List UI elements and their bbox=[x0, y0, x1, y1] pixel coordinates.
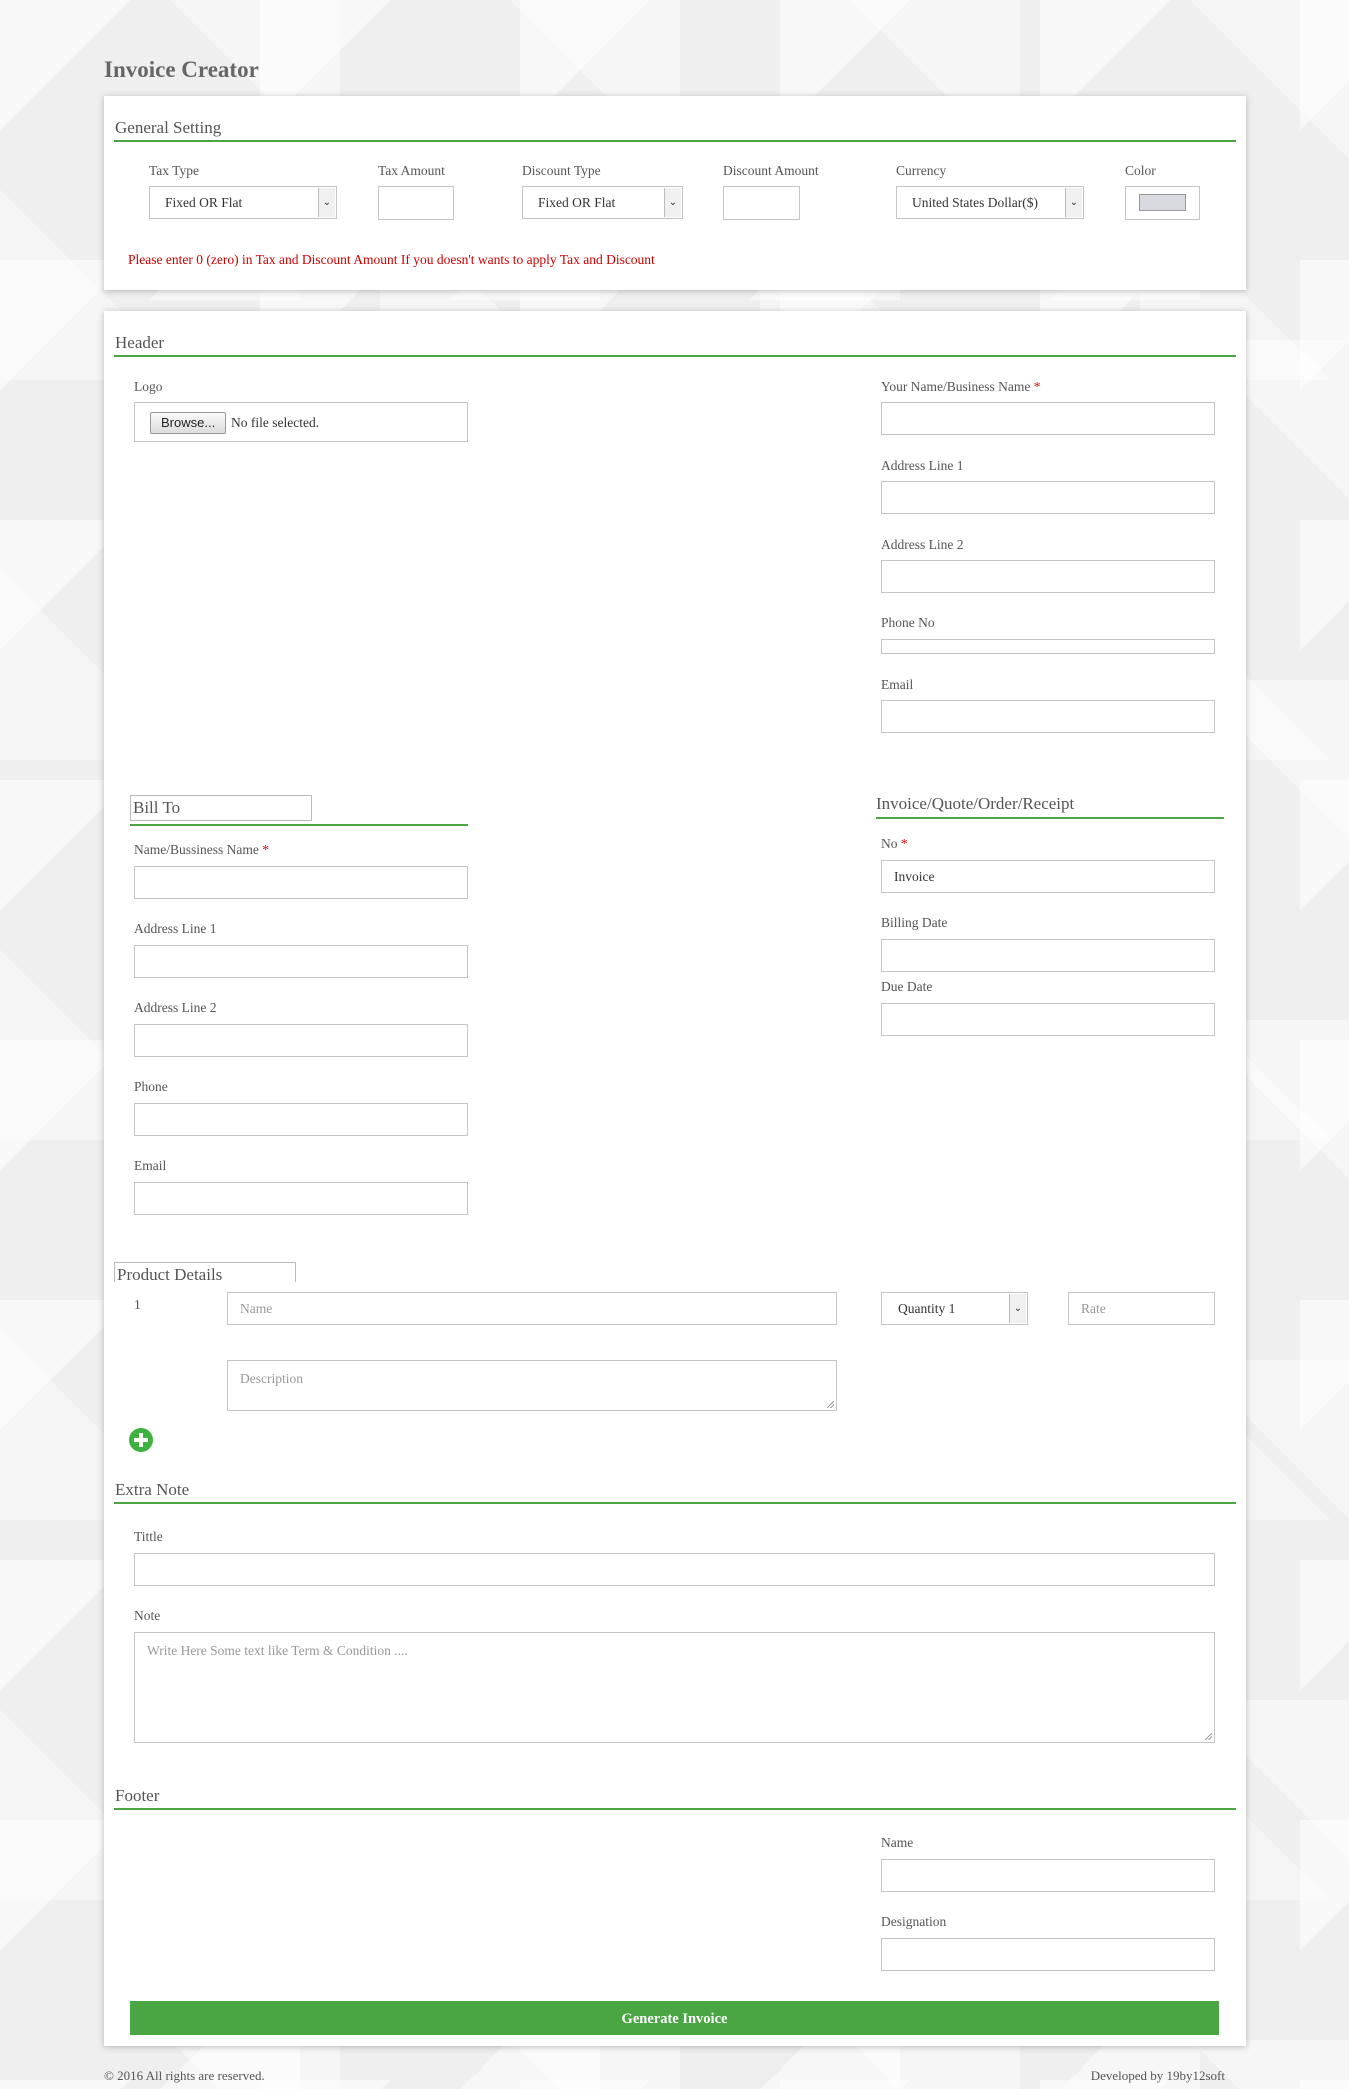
page-title: Invoice Creator bbox=[104, 57, 259, 82]
bill-address-2-label: Address Line 2 bbox=[134, 1000, 217, 1015]
invoice-form-panel: Header Logo Browse... No file selected. … bbox=[104, 311, 1246, 2046]
footer-heading: Footer bbox=[114, 1778, 1236, 1810]
bill-to-heading: Bill To bbox=[130, 795, 312, 821]
bill-address-1-input[interactable] bbox=[134, 945, 468, 978]
product-name-input[interactable] bbox=[227, 1292, 837, 1325]
resize-grip-icon[interactable] bbox=[827, 1401, 834, 1408]
address-line-1-label: Address Line 1 bbox=[881, 458, 964, 473]
due-date-input[interactable] bbox=[881, 1003, 1215, 1036]
bill-address-1-label: Address Line 1 bbox=[134, 921, 217, 936]
bill-email-input[interactable] bbox=[134, 1182, 468, 1215]
address-line-2-label: Address Line 2 bbox=[881, 537, 964, 552]
currency-label: Currency bbox=[896, 163, 947, 178]
tax-discount-warning: Please enter 0 (zero) in Tax and Discoun… bbox=[128, 252, 655, 267]
phone-no-label: Phone No bbox=[881, 615, 935, 630]
general-setting-panel: General Setting Tax Type Fixed OR Flat ⌄… bbox=[104, 96, 1246, 290]
bill-email-label: Email bbox=[134, 1158, 167, 1173]
business-name-label-text: Your Name/Business Name bbox=[881, 379, 1031, 394]
tax-type-select[interactable]: Fixed OR Flat ⌄ bbox=[149, 186, 337, 219]
business-name-input[interactable] bbox=[881, 402, 1215, 435]
color-label: Color bbox=[1125, 163, 1156, 178]
bill-address-2-input[interactable] bbox=[134, 1024, 468, 1057]
product-row-index: 1 bbox=[134, 1297, 141, 1312]
currency-select[interactable]: United States Dollar($) ⌄ bbox=[896, 186, 1084, 219]
note-textarea[interactable] bbox=[134, 1632, 1215, 1743]
footer-name-label: Name bbox=[881, 1835, 914, 1850]
bill-name-input[interactable] bbox=[134, 866, 468, 899]
bill-phone-input[interactable] bbox=[134, 1103, 468, 1136]
billing-date-label: Billing Date bbox=[881, 915, 948, 930]
tax-type-value: Fixed OR Flat bbox=[165, 195, 243, 210]
chevron-down-icon: ⌄ bbox=[318, 188, 335, 217]
plus-circle-icon[interactable] bbox=[129, 1428, 153, 1452]
general-setting-heading: General Setting bbox=[114, 110, 1236, 142]
copyright-text: © 2016 All rights are reserved. bbox=[104, 2068, 265, 2083]
chevron-down-icon: ⌄ bbox=[1009, 1294, 1026, 1323]
logo-file-input[interactable]: Browse... No file selected. bbox=[134, 402, 468, 442]
footer-name-input[interactable] bbox=[881, 1859, 1215, 1892]
due-date-label: Due Date bbox=[881, 979, 933, 994]
product-quantity-value: Quantity 1 bbox=[898, 1301, 956, 1316]
currency-value: United States Dollar($) bbox=[912, 195, 1038, 210]
discount-type-label: Discount Type bbox=[522, 163, 601, 178]
bill-name-label: Name/Bussiness Name * bbox=[134, 842, 269, 858]
extra-note-heading: Extra Note bbox=[114, 1472, 1236, 1504]
bill-to-divider bbox=[130, 824, 468, 826]
business-name-label: Your Name/Business Name * bbox=[881, 379, 1041, 395]
generate-invoice-button[interactable]: Generate Invoice bbox=[130, 2001, 1219, 2035]
billing-date-input[interactable] bbox=[881, 939, 1215, 972]
color-picker[interactable] bbox=[1125, 186, 1200, 220]
chevron-down-icon: ⌄ bbox=[1065, 188, 1082, 217]
tax-amount-label: Tax Amount bbox=[378, 163, 445, 178]
product-quantity-select[interactable]: Quantity 1 ⌄ bbox=[881, 1292, 1028, 1325]
note-title-input[interactable] bbox=[134, 1553, 1215, 1586]
bill-phone-label: Phone bbox=[134, 1079, 168, 1094]
invoice-no-input[interactable] bbox=[881, 860, 1215, 893]
designation-label: Designation bbox=[881, 1914, 947, 1929]
email-input[interactable] bbox=[881, 700, 1215, 733]
note-title-label: Tittle bbox=[134, 1529, 163, 1544]
required-mark: * bbox=[1033, 379, 1041, 394]
phone-no-input[interactable] bbox=[881, 639, 1215, 654]
chevron-down-icon: ⌄ bbox=[664, 188, 681, 217]
designation-input[interactable] bbox=[881, 1938, 1215, 1971]
invoice-no-label: No * bbox=[881, 836, 908, 852]
invoice-heading: Invoice/Quote/Order/Receipt bbox=[876, 794, 1075, 813]
invoice-no-label-text: No bbox=[881, 836, 898, 851]
required-mark: * bbox=[262, 842, 269, 857]
color-swatch bbox=[1139, 194, 1186, 211]
tax-amount-input[interactable] bbox=[378, 186, 454, 220]
tax-type-label: Tax Type bbox=[149, 163, 199, 178]
browse-button[interactable]: Browse... bbox=[150, 412, 227, 434]
discount-type-value: Fixed OR Flat bbox=[538, 195, 616, 210]
address-line-2-input[interactable] bbox=[881, 560, 1215, 593]
discount-amount-input[interactable] bbox=[723, 186, 800, 220]
note-label: Note bbox=[134, 1608, 161, 1623]
bill-name-label-text: Name/Bussiness Name bbox=[134, 842, 259, 857]
developer-credit: Developed by 19by12soft bbox=[1090, 2068, 1225, 2083]
no-file-text: No file selected. bbox=[231, 415, 320, 430]
required-mark: * bbox=[900, 836, 908, 851]
email-label: Email bbox=[881, 677, 914, 692]
invoice-divider bbox=[876, 817, 1224, 819]
resize-grip-icon[interactable] bbox=[1205, 1733, 1212, 1740]
product-rate-input[interactable] bbox=[1068, 1292, 1215, 1325]
discount-type-select[interactable]: Fixed OR Flat ⌄ bbox=[522, 186, 683, 219]
discount-amount-label: Discount Amount bbox=[723, 163, 819, 178]
header-heading: Header bbox=[114, 325, 1236, 357]
product-description-input[interactable] bbox=[227, 1360, 837, 1411]
logo-label: Logo bbox=[134, 379, 163, 394]
product-details-heading: Product Details bbox=[114, 1262, 296, 1282]
address-line-1-input[interactable] bbox=[881, 481, 1215, 514]
